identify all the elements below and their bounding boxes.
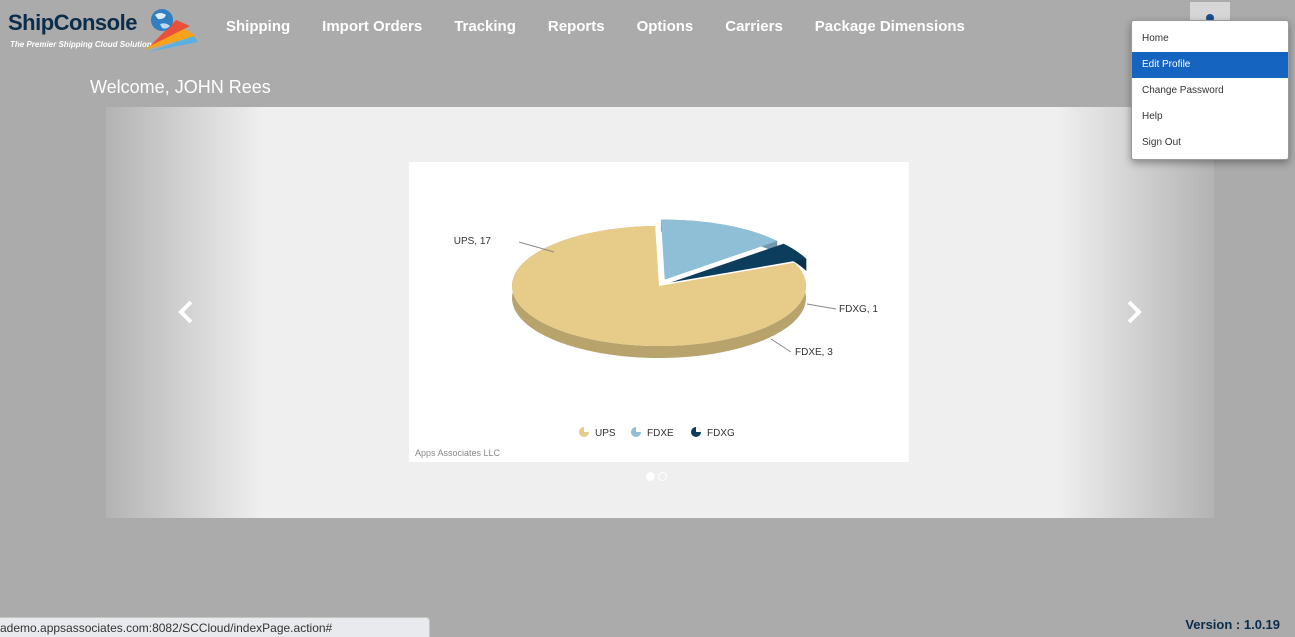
chevron-right-icon (1127, 300, 1142, 324)
chevron-left-icon (178, 300, 193, 324)
carrier-pie-chart: UPS, 17 FDXE, 3 FDXG, 1 UPS FDXE FDXG Apps As… (409, 162, 909, 462)
legend-item-fdxg[interactable]: FDXG (691, 427, 735, 439)
globe-icon (144, 9, 198, 52)
pie-chart-svg: UPS, 17 FDXE, 3 FDXG, 1 UPS FDXE FDXG (454, 219, 878, 439)
carousel-dot-1[interactable] (646, 472, 655, 481)
carousel-dot-2[interactable] (658, 472, 667, 481)
menu-item-change-password[interactable]: Change Password (1132, 78, 1288, 104)
browser-status-bar: ademo.appsassociates.com:8082/SCCloud/in… (0, 617, 430, 637)
user-dropdown-menu: Home Edit Profile Change Password Help S… (1131, 20, 1289, 160)
nav-package-dimensions[interactable]: Package Dimensions (799, 18, 981, 35)
nav-options[interactable]: Options (621, 18, 710, 35)
welcome-message: Welcome, JOHN Rees (90, 77, 271, 97)
carousel-prev-button[interactable] (172, 297, 202, 327)
legend-item-ups[interactable]: UPS (579, 427, 616, 439)
user-menu-button[interactable] (1190, 2, 1230, 22)
chart-credit: Apps Associates LLC (415, 448, 501, 458)
data-label-fdxg: FDXG, 1 (839, 304, 878, 315)
carousel-indicators (646, 472, 667, 481)
carousel-next-button[interactable] (1118, 297, 1148, 327)
label-connector-2 (806, 303, 837, 310)
version-label: Version : 1.0.19 (1185, 617, 1280, 632)
svg-text:UPS: UPS (595, 428, 616, 439)
nav-reports[interactable]: Reports (532, 18, 621, 35)
dashboard-carousel: UPS, 17 FDXE, 3 FDXG, 1 UPS FDXE FDXG Apps As… (106, 107, 1214, 518)
data-label-fdxe: FDXE, 3 (795, 347, 833, 358)
logo-subtitle: The Premier Shipping Cloud Solution (10, 40, 152, 49)
menu-item-sign-out[interactable]: Sign Out (1132, 130, 1288, 156)
nav-tracking[interactable]: Tracking (438, 18, 532, 35)
label-connector-1 (770, 338, 792, 353)
main-nav: Shipping Import Orders Tracking Reports … (210, 18, 981, 35)
nav-carriers[interactable]: Carriers (709, 18, 799, 35)
logo-title: ShipConsole (8, 10, 137, 35)
nav-import-orders[interactable]: Import Orders (306, 18, 438, 35)
svg-text:FDXG: FDXG (707, 428, 735, 439)
legend-item-fdxe[interactable]: FDXE (631, 427, 674, 439)
menu-item-help[interactable]: Help (1132, 104, 1288, 130)
menu-item-edit-profile[interactable]: Edit Profile (1132, 52, 1288, 78)
shipconsole-logo[interactable]: ShipConsole The Premier Shipping Cloud S… (8, 6, 198, 54)
nav-shipping[interactable]: Shipping (210, 18, 306, 35)
data-label-ups: UPS, 17 (454, 236, 492, 247)
menu-item-home[interactable]: Home (1132, 26, 1288, 52)
svg-text:FDXE: FDXE (647, 428, 674, 439)
